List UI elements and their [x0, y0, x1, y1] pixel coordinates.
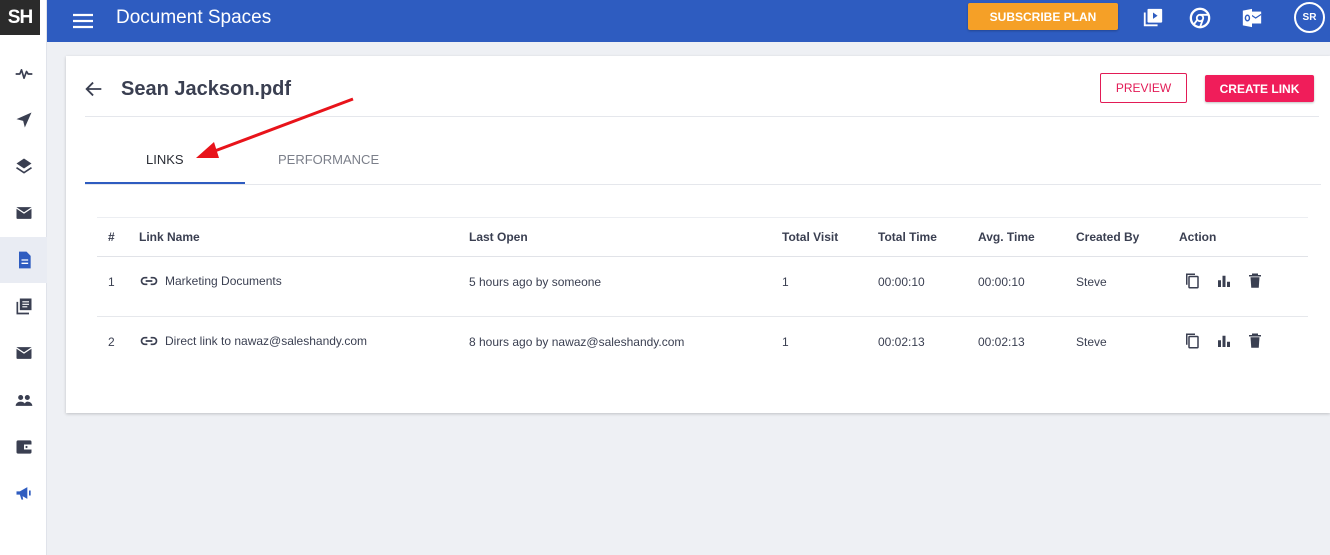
wallet-icon [16, 440, 31, 454]
sidebar-item-mail-alt[interactable] [0, 330, 47, 376]
sidebar-item-layers[interactable] [0, 143, 47, 189]
copy-icon [1186, 273, 1199, 289]
activity-icon [15, 69, 32, 79]
link-name: Direct link to nawaz@saleshandy.com [165, 334, 368, 348]
preview-button[interactable]: PREVIEW [1100, 73, 1187, 103]
mail-alt-icon [15, 347, 32, 359]
link-stats-button[interactable] [1215, 272, 1233, 290]
sidebar-item-announcements[interactable] [0, 470, 47, 516]
trash-icon [1249, 273, 1261, 288]
column-header-number: # [108, 230, 115, 244]
menu-button[interactable] [71, 9, 95, 33]
trash-icon [1249, 333, 1261, 348]
video-icon [1143, 8, 1163, 27]
total-time: 00:00:10 [878, 275, 925, 289]
sidebar-item-wallet[interactable] [0, 424, 47, 470]
column-header-total-visit: Total Visit [782, 230, 839, 244]
copy-link-button[interactable] [1183, 272, 1201, 290]
column-header-avg-time: Avg. Time [978, 230, 1035, 244]
table-row: 2 Direct link to nawaz@saleshandy.com 8 … [97, 317, 1308, 377]
copy-icon [1186, 333, 1199, 349]
document-card: Sean Jackson.pdf PREVIEW CREATE LINK LIN… [66, 56, 1330, 413]
left-sidebar: SH [0, 0, 47, 555]
bar-chart-icon [1218, 335, 1230, 347]
last-open: 8 hours ago by nawaz@saleshandy.com [469, 335, 685, 349]
sidebar-item-activity[interactable] [0, 51, 47, 97]
chrome-icon [1189, 7, 1211, 29]
created-by: Steve [1076, 275, 1107, 289]
bar-chart-icon [1218, 275, 1230, 287]
outlook-icon [1242, 8, 1262, 28]
app-title: Document Spaces [116, 7, 272, 28]
sidebar-item-mail[interactable] [0, 190, 47, 236]
sidebar-item-people[interactable] [0, 377, 47, 423]
tabs-divider [85, 184, 1321, 185]
column-header-created-by: Created By [1076, 230, 1140, 244]
header-divider [85, 116, 1319, 117]
send-icon [16, 112, 31, 128]
total-time: 00:02:13 [878, 335, 925, 349]
subscribe-plan-button[interactable]: SUBSCRIBE PLAN [968, 3, 1118, 30]
delete-link-button[interactable] [1246, 272, 1264, 290]
arrow-back-icon [85, 81, 102, 97]
sidebar-item-documents[interactable] [0, 237, 47, 283]
outlook-addin-button[interactable] [1240, 6, 1264, 30]
copy-link-button[interactable] [1183, 332, 1201, 350]
total-visit: 1 [782, 275, 789, 289]
megaphone-icon [16, 487, 31, 500]
link-icon [140, 336, 158, 346]
link-name: Marketing Documents [165, 274, 282, 288]
create-link-button[interactable]: CREATE LINK [1205, 75, 1314, 102]
created-by: Steve [1076, 335, 1107, 349]
last-open: 5 hours ago by someone [469, 275, 602, 289]
column-header-link-name: Link Name [139, 230, 200, 244]
column-header-last-open: Last Open [469, 230, 528, 244]
library-icon [16, 298, 31, 315]
column-header-total-time: Total Time [878, 230, 937, 244]
links-table: # Link Name Last Open Total Visit Total … [97, 217, 1308, 377]
sidebar-item-library[interactable] [0, 283, 47, 329]
total-visit: 1 [782, 335, 789, 349]
hamburger-menu-icon [73, 13, 93, 29]
delete-link-button[interactable] [1246, 332, 1264, 350]
link-name-cell[interactable]: Direct link to nawaz@saleshandy.com [139, 331, 367, 351]
sidebar-item-send[interactable] [0, 97, 47, 143]
row-number: 2 [108, 335, 115, 349]
app-logo[interactable]: SH [0, 0, 40, 35]
link-stats-button[interactable] [1215, 332, 1233, 350]
mail-icon [15, 207, 32, 219]
table-header: # Link Name Last Open Total Visit Total … [97, 217, 1308, 257]
document-icon [18, 251, 31, 269]
back-button[interactable] [83, 78, 105, 100]
chrome-extension-button[interactable] [1188, 6, 1212, 30]
document-title: Sean Jackson.pdf [121, 78, 292, 100]
column-header-action: Action [1179, 230, 1217, 244]
people-icon [15, 395, 32, 406]
avg-time: 00:02:13 [978, 335, 1025, 349]
link-name-cell[interactable]: Marketing Documents [139, 271, 282, 291]
top-app-bar: Document Spaces SUBSCRIBE PLAN SR [47, 0, 1330, 42]
avg-time: 00:00:10 [978, 275, 1025, 289]
tab-links[interactable]: LINKS [146, 152, 184, 167]
link-icon [140, 276, 158, 286]
table-row: 1 Marketing Documents 5 hours ago by som… [97, 257, 1308, 317]
video-tutorials-button[interactable] [1141, 6, 1165, 30]
user-avatar[interactable]: SR [1294, 2, 1325, 33]
layers-icon [15, 158, 32, 174]
tab-performance[interactable]: PERFORMANCE [278, 152, 379, 167]
row-number: 1 [108, 275, 115, 289]
